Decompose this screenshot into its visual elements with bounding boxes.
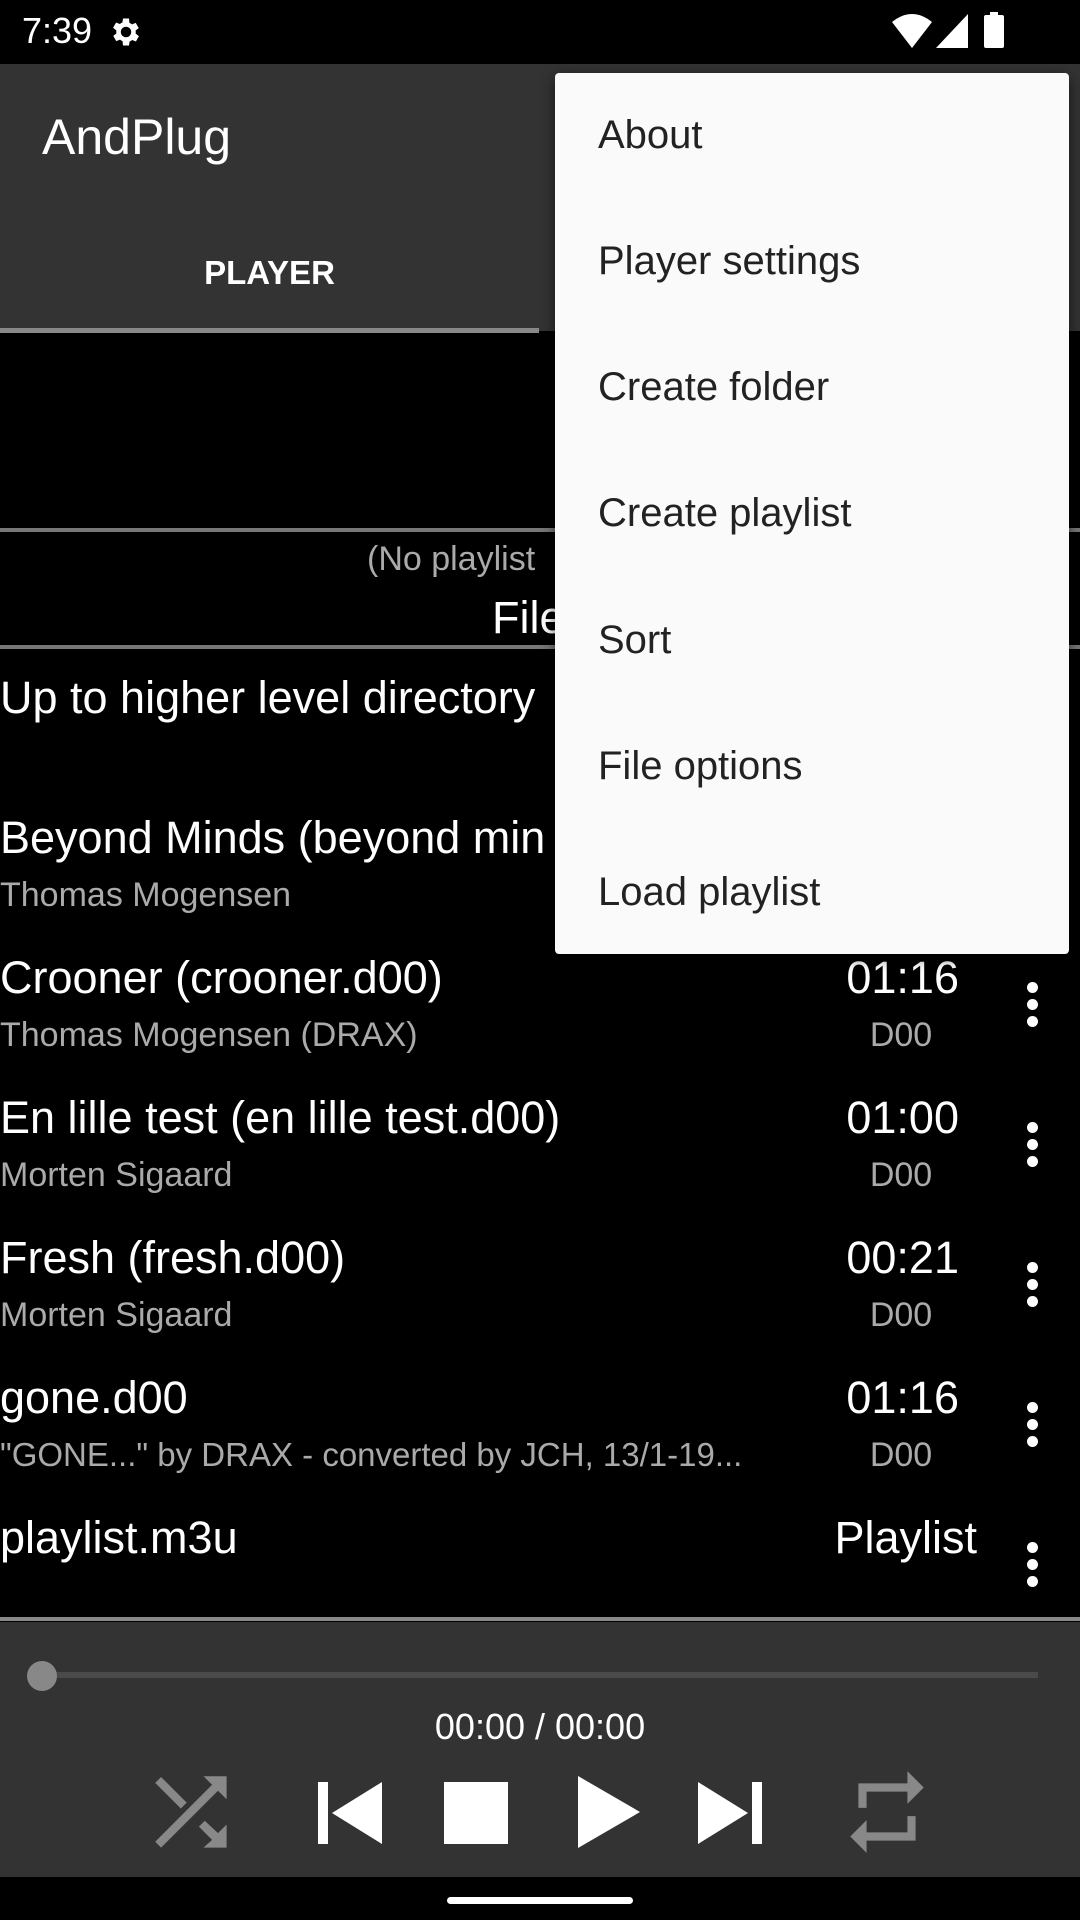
status-bar: 7:39	[0, 0, 1080, 64]
menu-item-about[interactable]: About	[598, 113, 703, 158]
more-options-icon[interactable]	[1022, 1122, 1042, 1172]
battery-icon	[984, 12, 1004, 48]
more-options-icon[interactable]	[1022, 1262, 1042, 1312]
skip-next-icon[interactable]	[698, 1780, 764, 1846]
up-directory-item[interactable]: Up to higher level directory	[0, 672, 535, 724]
item-subtitle: Thomas Mogensen	[0, 876, 292, 914]
overflow-menu: About Player settings Create folder Crea…	[555, 73, 1069, 954]
divider	[0, 1617, 1080, 1621]
item-subtitle: Morten Sigaard	[0, 1156, 233, 1194]
shuffle-icon[interactable]	[150, 1772, 236, 1856]
item-title: Fresh (fresh.d00)	[0, 1232, 346, 1283]
item-type-label: Playlist	[834, 1512, 977, 1563]
more-options-icon[interactable]	[1022, 1402, 1042, 1452]
seek-thumb[interactable]	[27, 1661, 57, 1691]
item-type: D00	[869, 1016, 933, 1054]
item-title: playlist.m3u	[0, 1512, 238, 1563]
more-options-icon[interactable]	[1022, 1542, 1042, 1592]
item-type: D00	[869, 1156, 933, 1194]
seek-bar[interactable]	[42, 1672, 1038, 1678]
wifi-icon	[892, 14, 932, 48]
item-title: En lille test (en lille test.d00)	[0, 1092, 561, 1143]
status-time: 7:39	[22, 10, 93, 51]
item-duration: 01:16	[846, 1372, 959, 1423]
gear-icon	[113, 18, 139, 46]
playlist-status: (No playlist	[367, 540, 536, 578]
menu-item-create-playlist[interactable]: Create playlist	[598, 491, 851, 536]
item-type: D00	[869, 1436, 933, 1474]
cell-signal-icon	[936, 14, 968, 48]
item-duration: 01:16	[846, 952, 959, 1003]
tab-indicator	[0, 328, 539, 333]
item-duration: 01:00	[846, 1092, 959, 1143]
item-type: D00	[869, 1296, 933, 1334]
item-title: gone.d00	[0, 1372, 188, 1423]
more-options-icon[interactable]	[1022, 982, 1042, 1032]
stop-icon[interactable]	[444, 1782, 508, 1844]
item-title: Crooner (crooner.d00)	[0, 952, 443, 1003]
menu-item-load-playlist[interactable]: Load playlist	[598, 870, 820, 915]
time-display: 00:00 / 00:00	[434, 1706, 646, 1747]
item-subtitle: Thomas Mogensen (DRAX)	[0, 1016, 418, 1054]
menu-item-create-folder[interactable]: Create folder	[598, 365, 829, 410]
tab-player[interactable]: PLAYER	[0, 214, 539, 331]
item-duration: 00:21	[846, 1232, 959, 1283]
item-subtitle: Morten Sigaard	[0, 1296, 233, 1334]
menu-item-player-settings[interactable]: Player settings	[598, 239, 860, 284]
item-title: Beyond Minds (beyond min	[0, 812, 546, 863]
item-subtitle: "GONE..." by DRAX - converted by JCH, 13…	[0, 1436, 743, 1473]
repeat-icon[interactable]	[838, 1762, 936, 1862]
play-icon[interactable]	[578, 1776, 640, 1848]
app-title: AndPlug	[42, 109, 232, 165]
menu-item-file-options[interactable]: File options	[598, 744, 803, 789]
section-label: File	[492, 592, 565, 643]
player-controls: 00:00 / 00:00	[0, 1622, 1080, 1877]
home-indicator[interactable]	[447, 1897, 633, 1904]
skip-previous-icon[interactable]	[316, 1780, 382, 1846]
menu-item-sort[interactable]: Sort	[598, 618, 671, 663]
